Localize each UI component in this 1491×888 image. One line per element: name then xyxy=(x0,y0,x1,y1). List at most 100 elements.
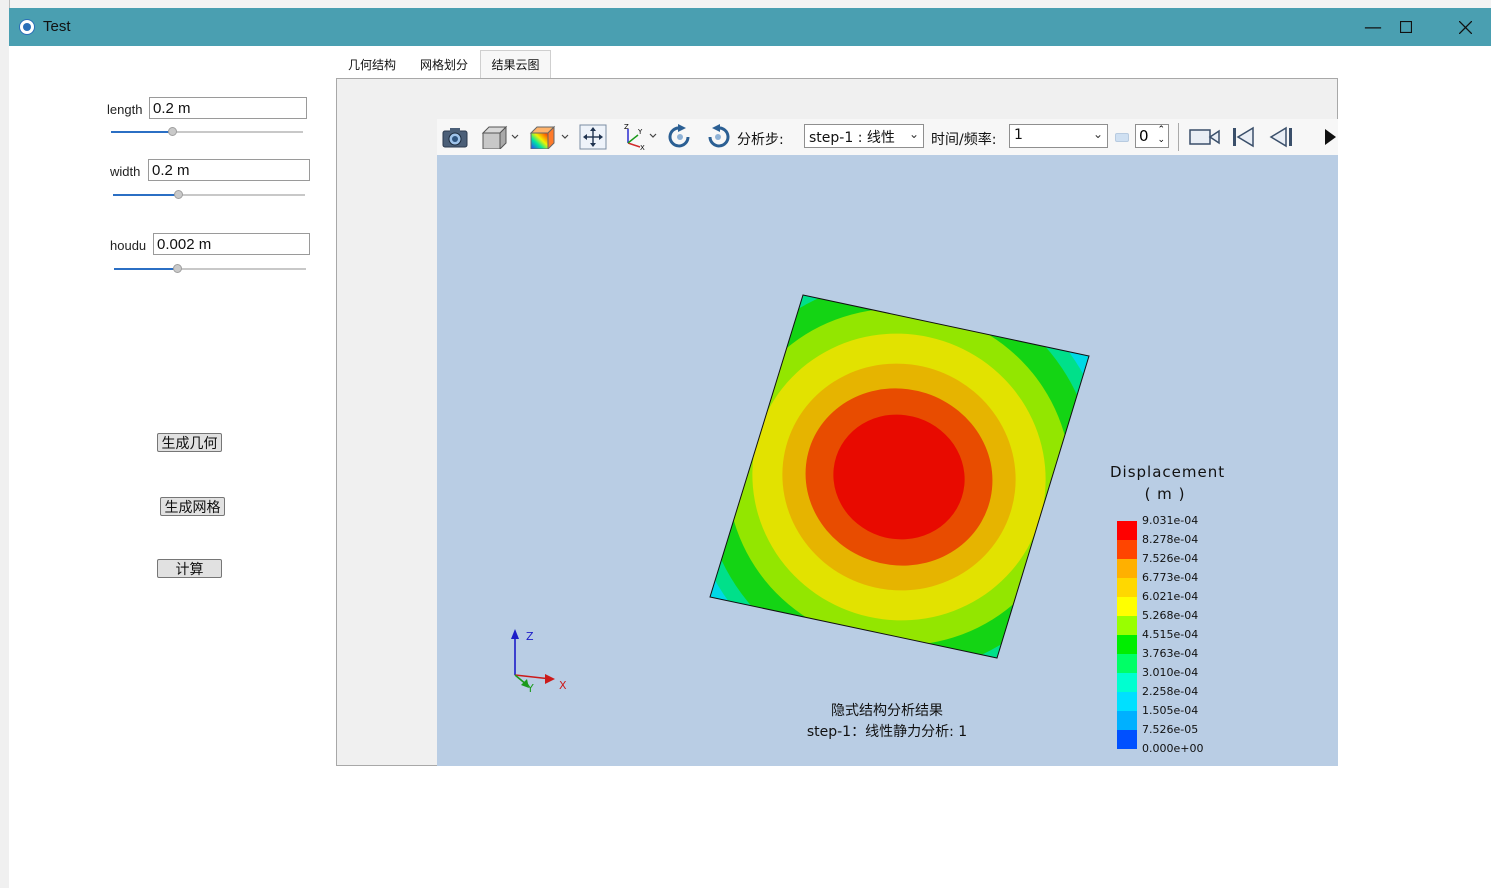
client-area: length width houdu 生成几何 生成网格 计算 几何结构 网格划… xyxy=(9,46,1491,888)
result-viewport[interactable]: Z Y X 隐式结构分析结果 step-1：线性静力分析: 1 Displace… xyxy=(437,155,1338,766)
first-frame-button[interactable] xyxy=(1229,123,1257,151)
legend-swatch xyxy=(1117,559,1137,578)
axes-icon: Z Y X xyxy=(624,123,657,151)
camera-icon xyxy=(442,128,468,148)
screenshot-button[interactable] xyxy=(441,123,469,151)
title-bar: Test — xyxy=(9,8,1491,46)
pan-icon xyxy=(579,124,607,150)
generate-mesh-button[interactable]: 生成网格 xyxy=(160,497,225,516)
step-select-value: step-1 : 线性 xyxy=(809,130,895,146)
prev-frame-icon xyxy=(1269,126,1292,148)
step-label: 分析步: xyxy=(737,132,784,148)
legend-value-label: 9.031e-04 xyxy=(1142,514,1199,527)
legend-swatch xyxy=(1117,616,1137,635)
tab-mesh[interactable]: 网格划分 xyxy=(409,50,479,78)
time-frequency-label: 时间/频率: xyxy=(931,132,997,148)
legend-swatch xyxy=(1117,711,1137,730)
tab-results[interactable]: 结果云图 xyxy=(480,50,551,78)
width-label: width xyxy=(110,164,141,179)
houdu-label: houdu xyxy=(110,238,147,253)
color-map-button[interactable] xyxy=(527,123,571,151)
legend-swatch xyxy=(1117,654,1137,673)
axis-label-y: Y xyxy=(526,682,534,695)
axis-triad: Z Y X xyxy=(511,629,567,695)
spin-up-down-icon: ⌃ ⌄ xyxy=(1157,125,1165,145)
length-label: length xyxy=(107,102,143,117)
length-input[interactable] xyxy=(149,97,307,119)
legend-value-label: 7.526e-05 xyxy=(1142,723,1199,736)
slider-thumb[interactable] xyxy=(168,127,177,136)
legend-value-label: 3.763e-04 xyxy=(1142,647,1199,660)
pan-button[interactable] xyxy=(578,123,608,151)
legend-swatch xyxy=(1117,692,1137,711)
legend-swatch xyxy=(1117,673,1137,692)
width-input[interactable] xyxy=(148,159,310,181)
compute-button[interactable]: 计算 xyxy=(157,559,222,578)
record-video-button[interactable] xyxy=(1189,123,1221,151)
rotate-cw-button[interactable] xyxy=(665,123,695,151)
slider-fill xyxy=(113,194,178,196)
frame-spinbox[interactable]: 0 ⌃ ⌄ xyxy=(1135,124,1169,148)
slider-thumb[interactable] xyxy=(173,264,182,273)
toolbar-separator xyxy=(1178,123,1179,151)
view-cube-button[interactable] xyxy=(479,123,521,151)
axis-label-x: X xyxy=(559,679,567,692)
legend-swatch xyxy=(1117,730,1137,749)
legend-swatch xyxy=(1117,578,1137,597)
legend-value-label: 2.258e-04 xyxy=(1142,685,1199,698)
axes-orientation-button[interactable]: Z Y X xyxy=(619,123,659,151)
color-map-icon xyxy=(529,125,569,149)
legend-value-label: 5.268e-04 xyxy=(1142,609,1199,622)
tab-geometry[interactable]: 几何结构 xyxy=(337,50,407,78)
slider-fill xyxy=(114,268,177,270)
app-logo-icon xyxy=(19,19,35,35)
contour-plot[interactable]: Z Y X xyxy=(437,155,1338,766)
result-panel: Z Y X 分析步: step-1: 线性 ⌄ 时间/频率: 1 ⌄ 0 ⌃ … xyxy=(336,78,1338,766)
legend-value-label: 8.278e-04 xyxy=(1142,533,1199,546)
rotate-cw-icon xyxy=(668,124,690,148)
slider-thumb[interactable] xyxy=(174,190,183,199)
result-caption-title: 隐式结构分析结果 xyxy=(831,703,943,719)
legend-value-label: 7.526e-04 xyxy=(1142,552,1199,565)
svg-text:X: X xyxy=(640,144,645,151)
step-select[interactable]: step-1 : 线性 ⌄ xyxy=(804,124,924,148)
legend-value-label: 4.515e-04 xyxy=(1142,628,1199,641)
legend-value-label: 1.505e-04 xyxy=(1142,704,1199,717)
window-title: Test xyxy=(43,18,71,35)
generate-geometry-button[interactable]: 生成几何 xyxy=(157,433,222,452)
legend-swatch xyxy=(1117,521,1137,540)
time-frequency-select[interactable]: 1 ⌄ xyxy=(1009,124,1108,148)
video-camera-icon xyxy=(1189,129,1220,145)
legend-swatch xyxy=(1117,635,1137,654)
legend-title: Displacement xyxy=(1110,463,1226,481)
close-button[interactable] xyxy=(1436,8,1491,46)
viewer-toolbar: Z Y X 分析步: step-1: 线性 ⌄ 时间/频率: 1 ⌄ 0 ⌃ … xyxy=(437,119,1338,155)
frame-spinbox-value: 0 xyxy=(1139,127,1149,145)
next-frame-button[interactable] xyxy=(1322,123,1338,151)
plate-contour xyxy=(710,295,1089,658)
close-icon xyxy=(1458,20,1472,34)
legend-swatch xyxy=(1117,540,1137,559)
chevron-down-icon: ⌄ xyxy=(908,127,919,141)
prev-frame-button[interactable] xyxy=(1267,123,1295,151)
rotate-ccw-icon xyxy=(708,124,730,148)
next-frame-icon xyxy=(1325,129,1336,145)
maximize-icon xyxy=(1400,21,1412,33)
houdu-input[interactable] xyxy=(153,233,310,255)
svg-text:Z: Z xyxy=(624,123,629,131)
legend-value-label: 6.773e-04 xyxy=(1142,571,1199,584)
houdu-slider[interactable] xyxy=(114,263,306,275)
svg-text:Y: Y xyxy=(637,128,643,136)
length-slider[interactable] xyxy=(111,126,303,138)
legend-unit: ( m ) xyxy=(1144,485,1186,503)
cube-view-icon xyxy=(481,125,519,149)
app-window: Test — length width houdu xyxy=(9,8,1491,888)
rotate-ccw-button[interactable] xyxy=(703,123,733,151)
maximize-button[interactable] xyxy=(1377,8,1435,46)
frame-slider-handle[interactable] xyxy=(1115,133,1129,142)
width-slider[interactable] xyxy=(113,189,305,201)
legend-swatch xyxy=(1117,597,1137,616)
axis-label-z: Z xyxy=(526,630,534,643)
slider-fill xyxy=(111,131,172,133)
time-frequency-value: 1 xyxy=(1014,127,1023,143)
